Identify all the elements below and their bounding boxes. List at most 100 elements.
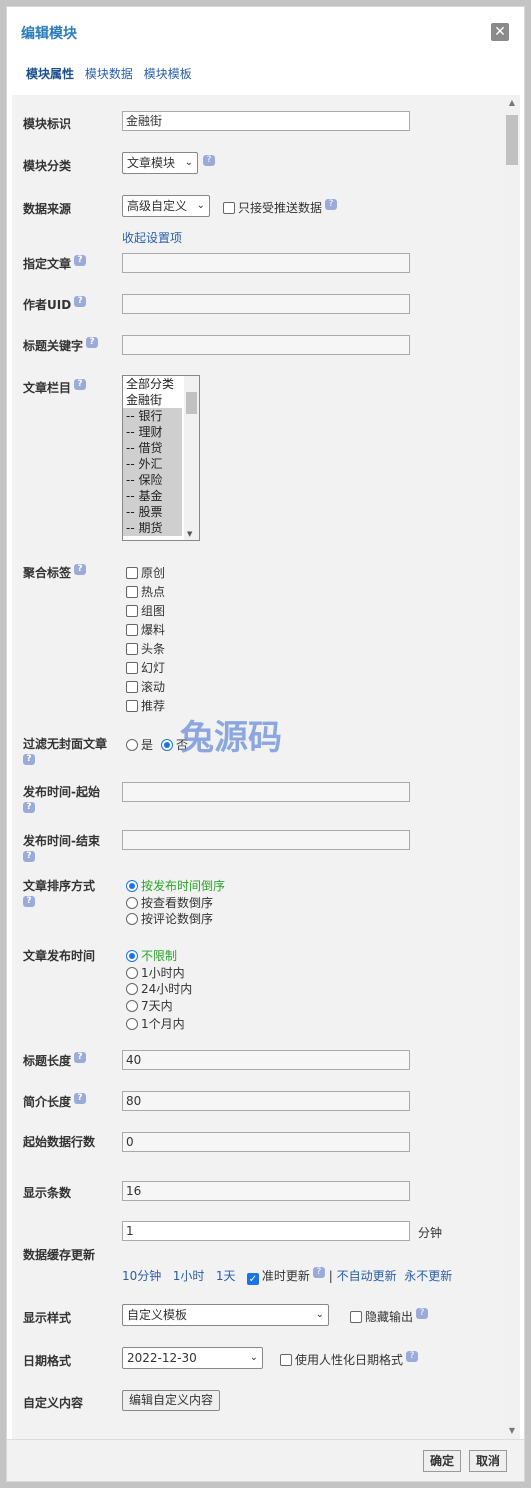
article-label: 指定文章? <box>23 255 87 272</box>
list-item[interactable]: -- 期货 <box>123 520 182 536</box>
scroll-thumb[interactable] <box>506 115 518 165</box>
list-item[interactable]: -- 股票 <box>123 504 182 520</box>
sort-option[interactable]: 按查看数倒序 <box>126 894 213 911</box>
scroll-thumb[interactable] <box>186 392 197 414</box>
edit-module-dialog: 编辑模块 ✕ 模块属性 模块数据 模块模板 模块标识 金融街 模块分类 文章模块… <box>6 6 525 1482</box>
listbox-scrollbar[interactable]: ▼ <box>184 376 199 540</box>
help-icon[interactable]: ? <box>23 754 35 765</box>
no-auto-update-link[interactable]: 不自动更新 <box>337 1269 397 1283</box>
date-format-label: 日期格式 <box>23 1354 72 1368</box>
tag-checkbox[interactable]: 爆料 <box>126 621 165 638</box>
help-icon[interactable]: ? <box>86 337 99 348</box>
list-item[interactable]: -- 银行 <box>123 408 182 424</box>
cache-1hour-link[interactable]: 1小时 <box>173 1269 205 1283</box>
list-item[interactable]: -- 借贷 <box>123 440 182 456</box>
help-icon[interactable]: ? <box>23 802 35 813</box>
list-item[interactable]: -- 外汇 <box>123 456 182 472</box>
edit-custom-content-button[interactable]: 编辑自定义内容 <box>122 1390 221 1411</box>
scroll-down-icon[interactable]: ▼ <box>504 1423 520 1439</box>
help-icon[interactable]: ? <box>406 1351 419 1362</box>
cache-10min-link[interactable]: 10分钟 <box>122 1269 161 1283</box>
author-uid-input[interactable] <box>122 294 410 314</box>
module-id-input[interactable]: 金融街 <box>122 111 410 131</box>
never-update-link[interactable]: 永不更新 <box>404 1269 452 1283</box>
collapse-settings-link[interactable]: 收起设置项 <box>122 229 182 246</box>
pub-time-label: 文章发布时间 <box>23 949 96 963</box>
data-source-select[interactable]: 高级自定义 ⌄ <box>122 195 210 217</box>
display-style-select[interactable]: 自定义模板 ⌄ <box>122 1304 329 1326</box>
close-icon[interactable]: ✕ <box>491 23 509 41</box>
summary-length-input[interactable]: 80 <box>122 1091 410 1111</box>
module-cat-select[interactable]: 文章模块 ⌄ <box>122 152 198 174</box>
form-scrollbar[interactable]: ▲ ▼ <box>504 95 520 1439</box>
tab-module-data[interactable]: 模块数据 <box>85 67 133 81</box>
custom-content-label: 自定义内容 <box>23 1396 84 1410</box>
pub-time-option[interactable]: 24小时内 <box>126 980 192 997</box>
pub-time-option[interactable]: 1小时内 <box>126 964 185 981</box>
sort-label: 文章排序方式? <box>23 879 96 907</box>
help-icon[interactable]: ? <box>416 1308 429 1319</box>
help-icon[interactable]: ? <box>23 851 35 862</box>
help-icon[interactable]: ? <box>74 1093 87 1104</box>
pub-time-option[interactable]: 不限制 <box>126 947 177 964</box>
help-icon[interactable]: ? <box>325 199 338 210</box>
ontime-checkbox[interactable]: ✓ 准时更新 <box>246 1269 310 1285</box>
chevron-down-icon: ⌄ <box>315 1309 324 1320</box>
title-keyword-input[interactable] <box>122 335 410 355</box>
tag-checkbox[interactable]: 头条 <box>126 640 165 657</box>
pub-time-option[interactable]: 7天内 <box>126 997 173 1014</box>
show-count-input[interactable]: 16 <box>122 1181 410 1201</box>
list-item[interactable]: -- 保险 <box>123 472 182 488</box>
scroll-up-icon[interactable]: ▲ <box>504 95 520 111</box>
help-icon[interactable]: ? <box>74 564 87 575</box>
date-format-select[interactable]: 2022-12-30 ⌄ <box>122 1347 263 1369</box>
ok-button[interactable]: 确定 <box>423 1450 462 1472</box>
pub-end-label: 发布时间-结束? <box>23 834 100 862</box>
column-listbox[interactable]: 全部分类 金融街 -- 银行 -- 理财 -- 借贷 -- 外汇 -- 保险 -… <box>122 375 200 541</box>
tab-module-properties[interactable]: 模块属性 <box>26 67 74 81</box>
tag-checkbox[interactable]: 热点 <box>126 583 165 600</box>
sort-option[interactable]: 按评论数倒序 <box>126 910 213 927</box>
dialog-title: 编辑模块 <box>21 26 77 42</box>
tag-checkbox[interactable]: 原创 <box>126 564 165 581</box>
chevron-down-icon[interactable]: ▼ <box>187 530 192 538</box>
form-area: 模块标识 金融街 模块分类 文章模块 ⌄ ? 数据来源 高级自定义 ⌄ 只接受推送数… <box>12 95 505 1439</box>
help-icon[interactable]: ? <box>203 155 215 166</box>
watermark: 兔源码 <box>180 718 282 758</box>
pub-time-option[interactable]: 1个月内 <box>126 1015 185 1032</box>
tag-checkbox[interactable]: 组图 <box>126 602 165 619</box>
hide-output-checkbox[interactable]: 隐藏输出? <box>350 1308 429 1325</box>
cancel-button[interactable]: 取消 <box>469 1450 508 1472</box>
push-only-checkbox[interactable]: 只接受推送数据? <box>223 199 338 216</box>
cache-unit: 分钟 <box>418 1226 443 1240</box>
list-item[interactable]: -- 理财 <box>123 424 182 440</box>
list-item[interactable]: 全部分类 <box>123 376 182 392</box>
help-icon[interactable]: ? <box>74 255 87 266</box>
tag-checkbox[interactable]: 推荐 <box>126 697 165 714</box>
help-icon[interactable]: ? <box>74 296 87 307</box>
article-input[interactable] <box>122 253 410 273</box>
help-icon[interactable]: ? <box>74 1052 87 1063</box>
cache-label: 数据缓存更新 <box>23 1248 96 1262</box>
title-length-input[interactable]: 40 <box>122 1050 410 1070</box>
cache-1day-link[interactable]: 1天 <box>216 1269 236 1283</box>
filter-cover-yes[interactable]: 是 <box>126 736 153 753</box>
list-item[interactable]: 金融街 <box>123 392 182 408</box>
sort-option[interactable]: 按发布时间倒序 <box>126 877 225 894</box>
pub-end-input[interactable] <box>122 830 410 850</box>
help-icon[interactable]: ? <box>74 379 87 390</box>
help-icon[interactable]: ? <box>312 1267 325 1278</box>
pub-start-input[interactable] <box>122 782 410 802</box>
start-row-label: 起始数据行数 <box>23 1135 96 1149</box>
tag-checkbox[interactable]: 滚动 <box>126 678 165 695</box>
cache-input[interactable]: 1 <box>122 1221 410 1241</box>
help-icon[interactable]: ? <box>23 896 35 907</box>
start-row-input[interactable]: 0 <box>122 1132 410 1152</box>
checkbox-box[interactable] <box>223 202 235 214</box>
humanized-date-checkbox[interactable]: 使用人性化日期格式? <box>280 1351 419 1368</box>
tab-module-template[interactable]: 模块模板 <box>144 67 192 81</box>
list-item[interactable]: -- 基金 <box>123 488 182 504</box>
module-id-label: 模块标识 <box>23 117 72 131</box>
tag-checkbox[interactable]: 幻灯 <box>126 659 165 676</box>
check-icon[interactable]: ✓ <box>246 1273 259 1285</box>
